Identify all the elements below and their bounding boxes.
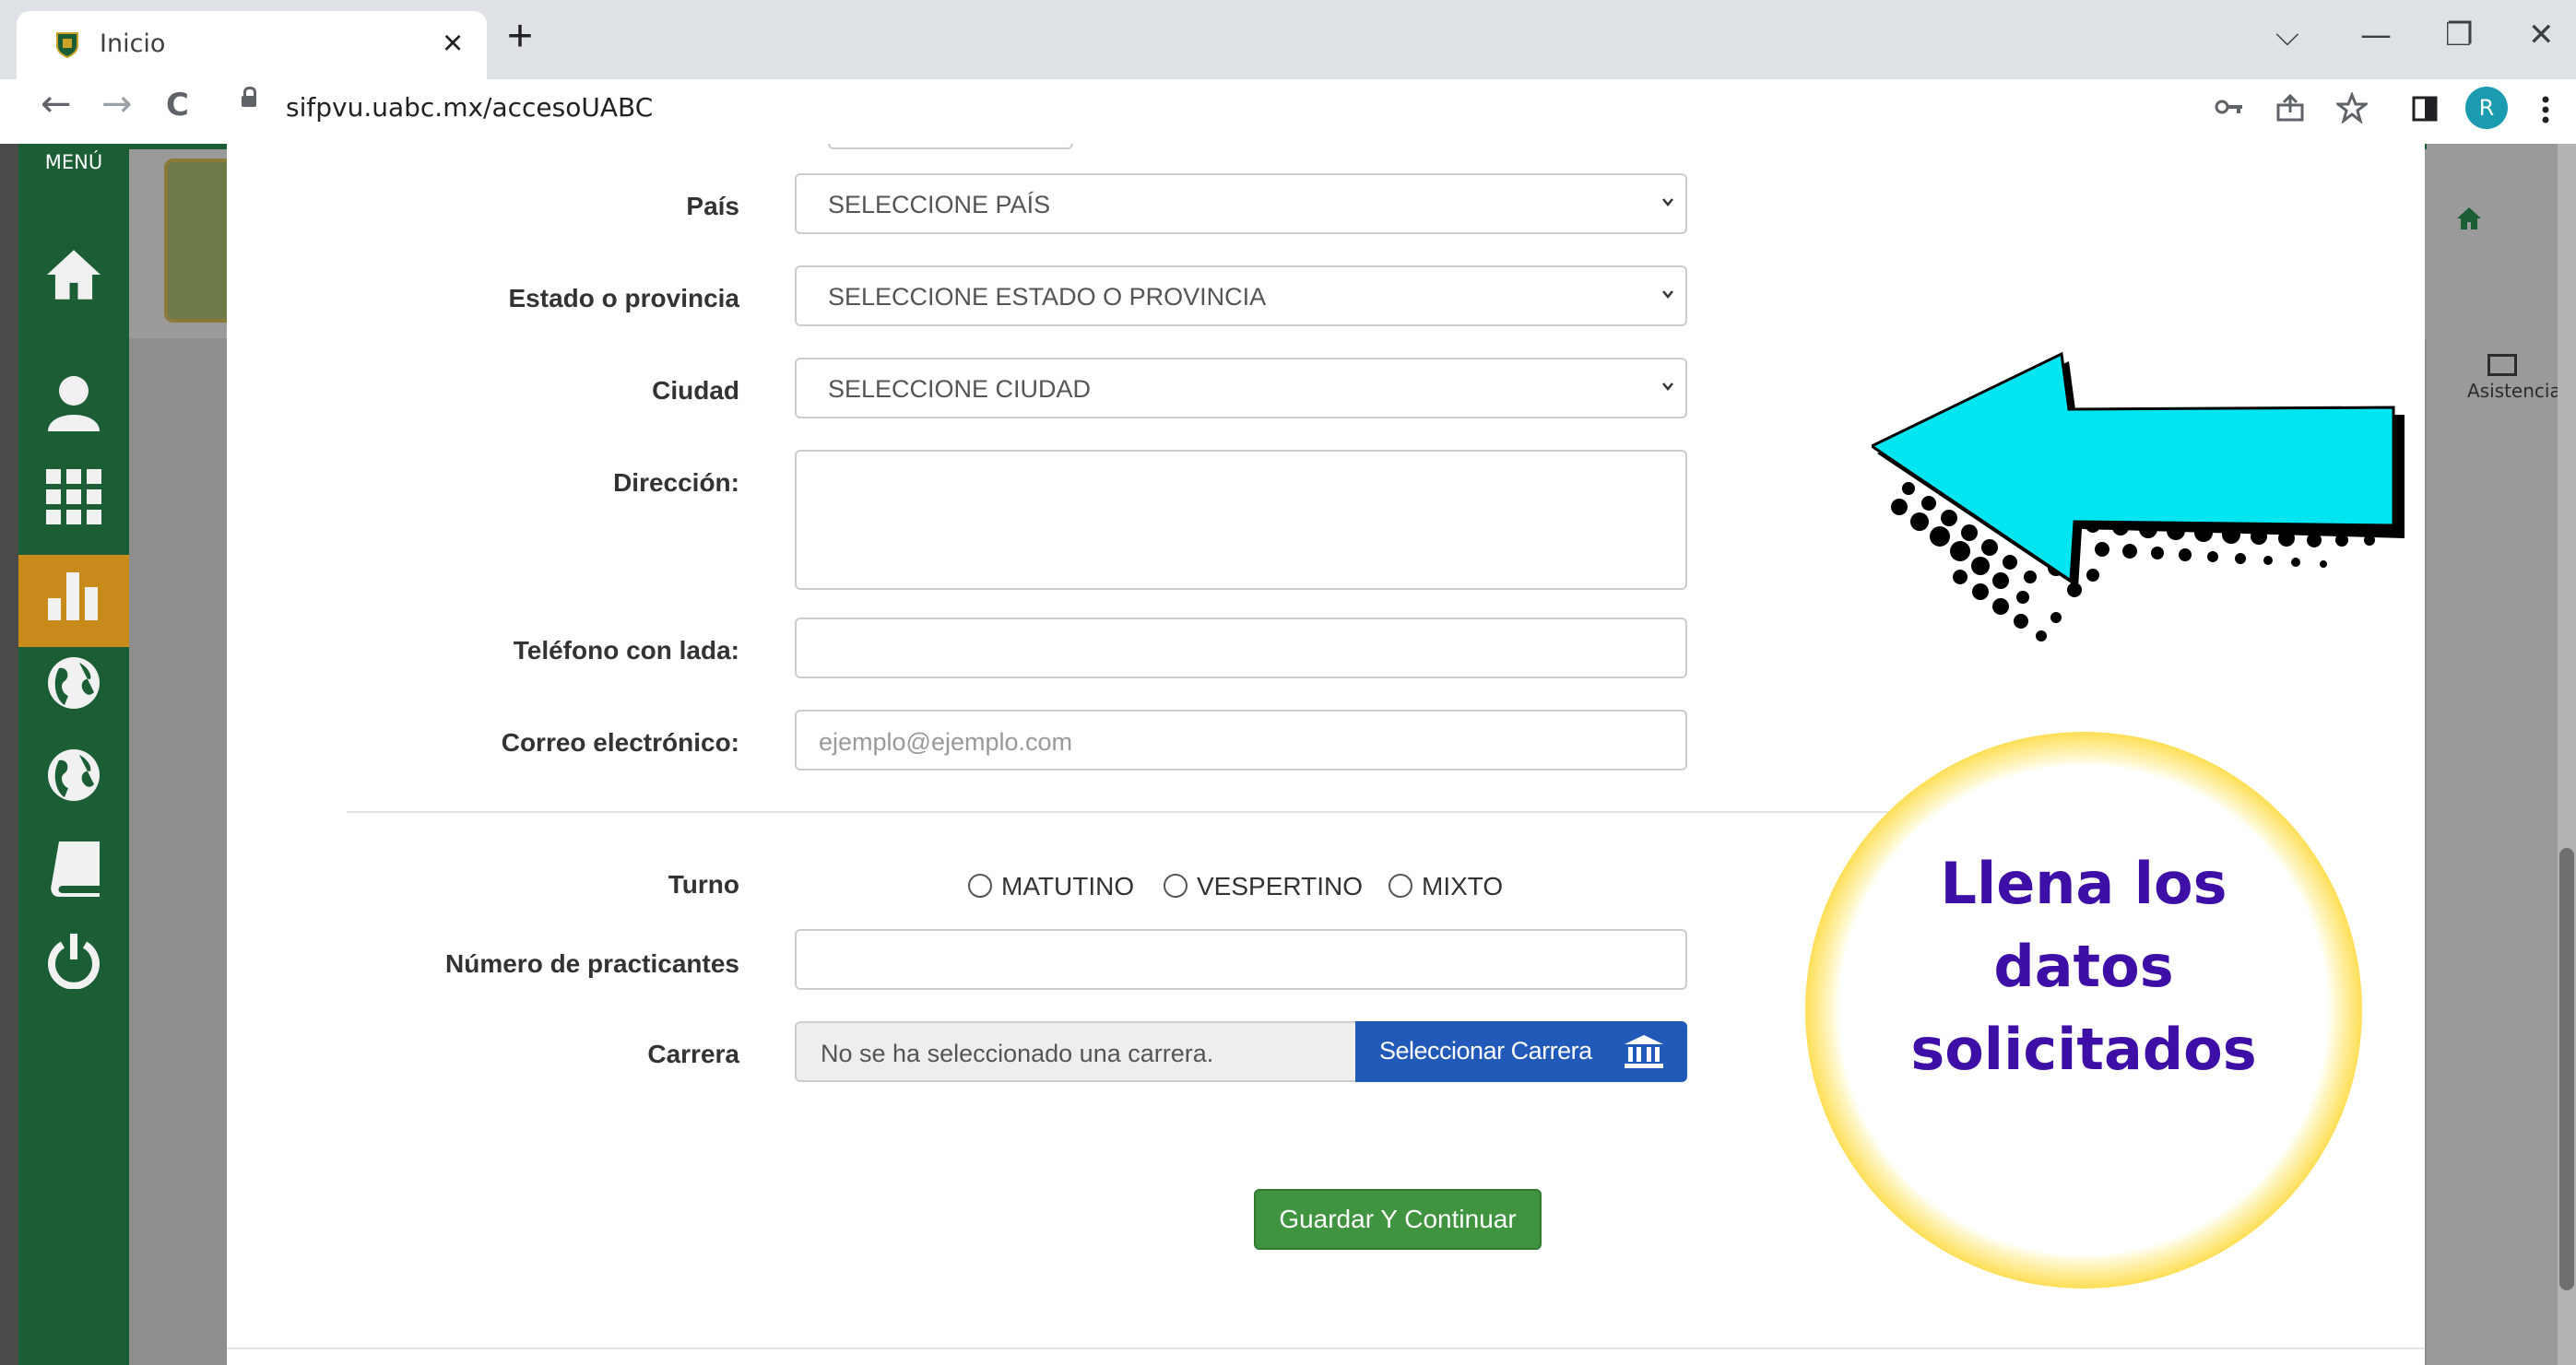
radio-circle-icon[interactable] xyxy=(1388,874,1412,898)
turno-option-mixto[interactable]: MIXTO xyxy=(1388,872,1503,901)
address-bar[interactable]: sifpvu.uabc.mx/accesoUABC xyxy=(221,87,2204,133)
seleccionar-carrera-label: Seleccionar Carrera xyxy=(1379,1037,1592,1065)
practicantes-label: Número de practicantes xyxy=(445,949,739,978)
carrera-value: No se ha seleccionado una carrera. xyxy=(821,1040,1214,1067)
callout-line-2: datos xyxy=(1993,933,2174,1000)
sidebar-menu: MENÚ xyxy=(18,144,129,1365)
turno-label: Turno xyxy=(668,870,739,899)
minimize-icon[interactable]: — xyxy=(2360,17,2392,53)
right-panel xyxy=(2427,144,2576,1365)
previous-field-edge xyxy=(828,144,1073,149)
menu-label: MENÚ xyxy=(44,151,103,173)
uabc-logo xyxy=(164,159,236,323)
sidebar-globe-icon-2[interactable] xyxy=(18,747,129,820)
presentation-icon xyxy=(2487,354,2517,376)
chevron-down-icon xyxy=(1662,290,1673,299)
callout-line-1: Llena los xyxy=(1940,850,2227,917)
restore-icon[interactable]: ❐ xyxy=(2445,17,2473,53)
sidebar-power-icon[interactable] xyxy=(18,933,129,1006)
side-panel-icon[interactable] xyxy=(2412,96,2438,122)
estado-select[interactable]: SELECCIONE ESTADO O PROVINCIA xyxy=(795,265,1687,326)
radio-circle-icon[interactable] xyxy=(968,874,992,898)
key-icon[interactable] xyxy=(2215,98,2242,116)
callout-line-3: solicitados xyxy=(1910,1016,2257,1083)
sidebar-globe-icon[interactable] xyxy=(18,654,129,728)
uabc-favicon-icon xyxy=(56,32,78,59)
new-tab-button[interactable]: + xyxy=(507,15,533,59)
university-building-icon xyxy=(1625,1035,1663,1068)
reload-icon[interactable]: C xyxy=(166,87,189,124)
window-close-icon[interactable]: ✕ xyxy=(2528,17,2555,53)
scrollbar-thumb[interactable] xyxy=(2559,848,2574,1290)
guardar-continuar-button[interactable]: Guardar Y Continuar xyxy=(1254,1189,1542,1250)
back-icon[interactable]: ← xyxy=(41,83,72,125)
chevron-down-icon xyxy=(1662,198,1673,206)
ciudad-selected-value: SELECCIONE CIUDAD xyxy=(828,375,1092,403)
chevron-down-icon xyxy=(1662,382,1673,391)
tab-search-icon[interactable]: ⌵ xyxy=(2275,17,2299,53)
ciudad-label: Ciudad xyxy=(652,376,739,405)
direccion-textarea[interactable] xyxy=(795,450,1687,590)
telefono-label: Teléfono con lada: xyxy=(513,636,739,665)
lock-icon xyxy=(242,87,256,107)
sidebar-bar-chart-icon[interactable] xyxy=(18,555,129,647)
seleccionar-carrera-button[interactable]: Seleccionar Carrera xyxy=(1355,1021,1687,1082)
profile-avatar[interactable]: R xyxy=(2465,87,2508,129)
sidebar-grid-icon[interactable] xyxy=(18,468,129,542)
pais-label: País xyxy=(686,192,739,220)
more-menu-icon[interactable] xyxy=(2541,96,2550,124)
ciudad-select[interactable]: SELECCIONE CIUDAD xyxy=(795,358,1687,418)
left-pointing-arrow-icon xyxy=(1872,351,2405,641)
estado-selected-value: SELECCIONE ESTADO O PROVINCIA xyxy=(828,283,1267,311)
practicantes-input[interactable] xyxy=(795,929,1687,990)
share-icon[interactable] xyxy=(2275,92,2307,124)
tab-title: Inicio xyxy=(100,29,166,58)
correo-label: Correo electrónico: xyxy=(501,728,739,757)
asistencia-label: Asistencia xyxy=(2467,380,2561,402)
estado-label: Estado o provincia xyxy=(508,284,740,312)
url-text: sifpvu.uabc.mx/accesoUABC xyxy=(286,92,654,123)
form-divider xyxy=(347,811,2135,813)
turno-option-matutino[interactable]: MATUTINO xyxy=(968,872,1134,901)
carrera-label: Carrera xyxy=(647,1040,739,1068)
browser-tab[interactable]: Inicio × xyxy=(17,11,487,79)
forward-icon[interactable]: → xyxy=(101,83,133,125)
home-small-icon[interactable] xyxy=(2456,206,2482,238)
carrera-display: No se ha seleccionado una carrera. xyxy=(795,1021,1361,1082)
correo-placeholder: ejemplo@ejemplo.com xyxy=(819,728,1073,756)
pais-select[interactable]: SELECCIONE PAÍS xyxy=(795,173,1687,234)
correo-input[interactable]: ejemplo@ejemplo.com xyxy=(795,710,1687,771)
callout-text: Llena los datos solicitados xyxy=(1805,842,2362,1091)
turno-option-vespertino[interactable]: VESPERTINO xyxy=(1164,872,1363,901)
window-edge xyxy=(0,144,18,1365)
bookmark-star-icon[interactable] xyxy=(2336,92,2368,124)
sidebar-book-icon[interactable] xyxy=(18,841,129,914)
telefono-input[interactable] xyxy=(795,618,1687,678)
sidebar-home-icon[interactable] xyxy=(18,245,129,319)
modal-footer-divider xyxy=(227,1347,2425,1349)
sidebar-user-icon[interactable] xyxy=(18,372,129,449)
direccion-label: Dirección: xyxy=(613,468,739,497)
asistencia-button[interactable]: Asistencia xyxy=(2467,354,2561,402)
radio-circle-icon[interactable] xyxy=(1164,874,1188,898)
pais-selected-value: SELECCIONE PAÍS xyxy=(828,191,1051,218)
tab-close-icon[interactable]: × xyxy=(443,24,463,64)
